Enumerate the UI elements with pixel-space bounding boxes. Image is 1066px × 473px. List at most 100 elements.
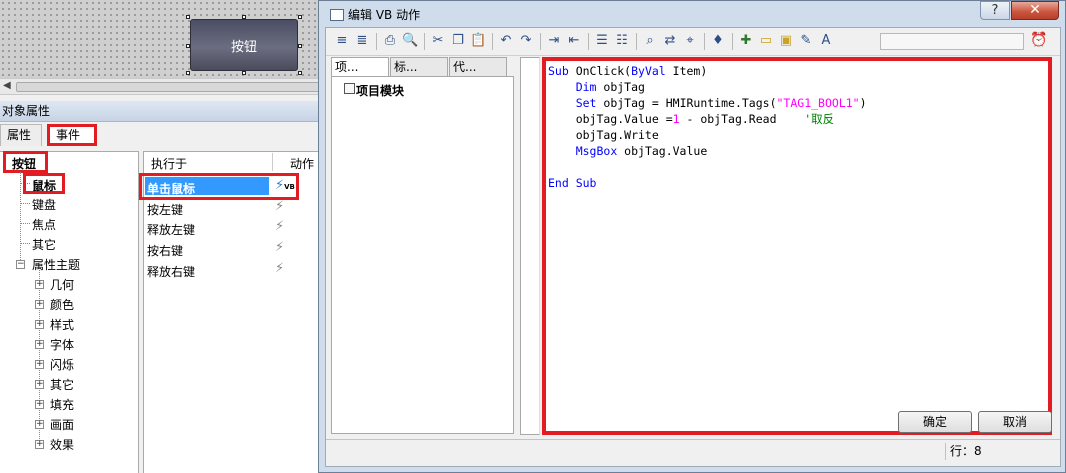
expand-icon[interactable]: + xyxy=(35,300,44,309)
code-line[interactable]: End Sub xyxy=(548,175,596,191)
expand-icon[interactable]: + xyxy=(35,280,44,289)
copy-icon[interactable]: ❐ xyxy=(450,33,466,49)
event-row-click[interactable]: 单击鼠标 xyxy=(147,180,195,197)
tree-item-other[interactable]: 其它 xyxy=(32,236,56,253)
tree-root-button[interactable]: 按钮 xyxy=(12,155,36,172)
tree-subitem-color[interactable]: 颜色 xyxy=(50,296,74,313)
outdent-icon[interactable]: ≣ xyxy=(354,33,370,49)
tab-project-label: 项... xyxy=(335,60,359,74)
selection-handle[interactable] xyxy=(242,71,246,75)
tree-subitem-geometry[interactable]: 几何 xyxy=(50,276,74,293)
cut-icon[interactable]: ✂ xyxy=(430,33,446,49)
help-button[interactable]: ? xyxy=(980,1,1010,20)
expand-icon[interactable]: + xyxy=(35,380,44,389)
scrollbar-thumb[interactable] xyxy=(16,82,326,92)
vb-action-icon[interactable]: ⚡VB xyxy=(275,178,295,193)
lightning-icon[interactable]: ⚡ xyxy=(275,219,284,234)
tree-subitem-other[interactable]: 其它 xyxy=(50,376,74,393)
tree-line xyxy=(20,243,30,244)
tree-subitem-font[interactable]: 字体 xyxy=(50,336,74,353)
clock-icon[interactable]: ⏰ xyxy=(1030,32,1048,50)
toolbar-combo[interactable] xyxy=(880,33,1024,50)
selection-handle[interactable] xyxy=(186,15,190,19)
expand-icon[interactable]: + xyxy=(35,420,44,429)
tab-tags[interactable]: 标... xyxy=(390,57,448,77)
expand-icon[interactable]: + xyxy=(35,440,44,449)
find-icon[interactable]: ⌕ xyxy=(642,33,658,49)
text-icon[interactable]: A xyxy=(818,33,834,49)
toolbar-separator xyxy=(636,33,637,50)
close-button[interactable]: ✕ xyxy=(1011,1,1059,20)
tab-code[interactable]: 代... xyxy=(449,57,507,77)
selection-handle[interactable] xyxy=(242,15,246,19)
code-line[interactable]: objTag.Write xyxy=(548,127,659,143)
syntax-check-icon[interactable]: ♦ xyxy=(710,33,726,49)
hmi-button-object[interactable]: 按钮 xyxy=(190,19,298,71)
code-line[interactable]: objTag.Value =1 - objTag.Read '取反 xyxy=(548,111,834,127)
lightning-icon[interactable]: ⚡ xyxy=(275,240,284,255)
tree-subitem-picture[interactable]: 画面 xyxy=(50,416,74,433)
scroll-left-icon[interactable]: ◀ xyxy=(3,80,11,91)
event-row-left-press[interactable]: 按左键 xyxy=(147,201,183,218)
selection-handle[interactable] xyxy=(298,15,302,19)
tree-subitem-flashing[interactable]: 闪烁 xyxy=(50,356,74,373)
tree-item-keyboard[interactable]: 键盘 xyxy=(32,196,56,213)
code-token: MsgBox xyxy=(575,144,618,158)
editor-toolbar: ≡ ≣ ⎙ 🔍 ✂ ❐ 📋 ↶ ↷ ⇥ ⇤ ☰ ☷ ⌕ ⇄ ⌖ ♦ ✚ ▭ ▣ … xyxy=(326,28,1060,56)
decrease-indent-icon[interactable]: ⇤ xyxy=(566,33,582,49)
column-separator[interactable] xyxy=(272,153,273,171)
code-line[interactable]: Dim objTag xyxy=(548,79,645,95)
module-icon[interactable]: ▣ xyxy=(778,33,794,49)
toolbar-separator xyxy=(424,33,425,50)
expand-icon[interactable]: + xyxy=(35,320,44,329)
uncomment-block-icon[interactable]: ☷ xyxy=(614,33,630,49)
event-row-right-release[interactable]: 释放右键 xyxy=(147,263,195,280)
project-module-item[interactable]: 项目模块 xyxy=(356,82,404,99)
code-token: objTag = HMIRuntime.Tags( xyxy=(596,96,777,110)
tree-item-mouse[interactable]: 鼠标 xyxy=(32,177,56,194)
code-line[interactable]: Set objTag = HMIRuntime.Tags("TAG1_BOOL1… xyxy=(548,95,867,111)
code-line[interactable]: Sub OnClick(ByVal Item) xyxy=(548,63,707,79)
cancel-button[interactable]: 取消 xyxy=(978,411,1052,433)
lightning-icon[interactable]: ⚡ xyxy=(275,199,284,214)
expand-icon[interactable]: + xyxy=(35,340,44,349)
event-row-right-press[interactable]: 按右键 xyxy=(147,242,183,259)
lightning-icon[interactable]: ⚡ xyxy=(275,261,284,276)
tab-project[interactable]: 项... xyxy=(331,57,389,77)
tab-properties[interactable]: 属性 xyxy=(0,124,42,146)
column-header-execute-on[interactable]: 执行于 xyxy=(151,155,187,172)
redo-icon[interactable]: ↷ xyxy=(518,33,534,49)
expand-icon[interactable]: + xyxy=(35,360,44,369)
add-icon[interactable]: ✚ xyxy=(738,33,754,49)
selection-handle[interactable] xyxy=(186,44,190,48)
tree-subitem-fill[interactable]: 填充 xyxy=(50,396,74,413)
indent-icon[interactable]: ≡ xyxy=(334,33,350,49)
print-preview-icon[interactable]: 🔍 xyxy=(402,33,418,49)
print-icon[interactable]: ⎙ xyxy=(382,33,398,49)
goto-icon[interactable]: ⌖ xyxy=(682,33,698,49)
tags-icon[interactable]: ✎ xyxy=(798,33,814,49)
comment-block-icon[interactable]: ☰ xyxy=(594,33,610,49)
selection-handle[interactable] xyxy=(186,71,190,75)
undo-icon[interactable]: ↶ xyxy=(498,33,514,49)
selection-handle[interactable] xyxy=(298,44,302,48)
tree-subitem-effects[interactable]: 效果 xyxy=(50,436,74,453)
ok-button[interactable]: 确定 xyxy=(898,411,972,433)
canvas-horizontal-scrollbar[interactable]: ◀ xyxy=(0,78,330,95)
increase-indent-icon[interactable]: ⇥ xyxy=(546,33,562,49)
tree-subitem-style[interactable]: 样式 xyxy=(50,316,74,333)
event-row-left-release[interactable]: 释放左键 xyxy=(147,221,195,238)
paste-icon[interactable]: 📋 xyxy=(470,33,486,49)
selection-handle[interactable] xyxy=(298,71,302,75)
expand-icon[interactable]: + xyxy=(35,400,44,409)
tree-item-focus[interactable]: 焦点 xyxy=(32,216,56,233)
folder-icon[interactable]: ▭ xyxy=(758,33,774,49)
status-line-number: 行：8 xyxy=(945,443,1055,460)
code-line[interactable]: MsgBox objTag.Value xyxy=(548,143,708,159)
collapse-icon[interactable]: − xyxy=(16,260,25,269)
replace-icon[interactable]: ⇄ xyxy=(662,33,678,49)
tab-events[interactable]: 事件 xyxy=(47,124,97,146)
column-header-action[interactable]: 动作 xyxy=(290,155,314,172)
code-editor[interactable]: Sub OnClick(ByVal Item) Dim objTag Set o… xyxy=(542,57,1052,435)
